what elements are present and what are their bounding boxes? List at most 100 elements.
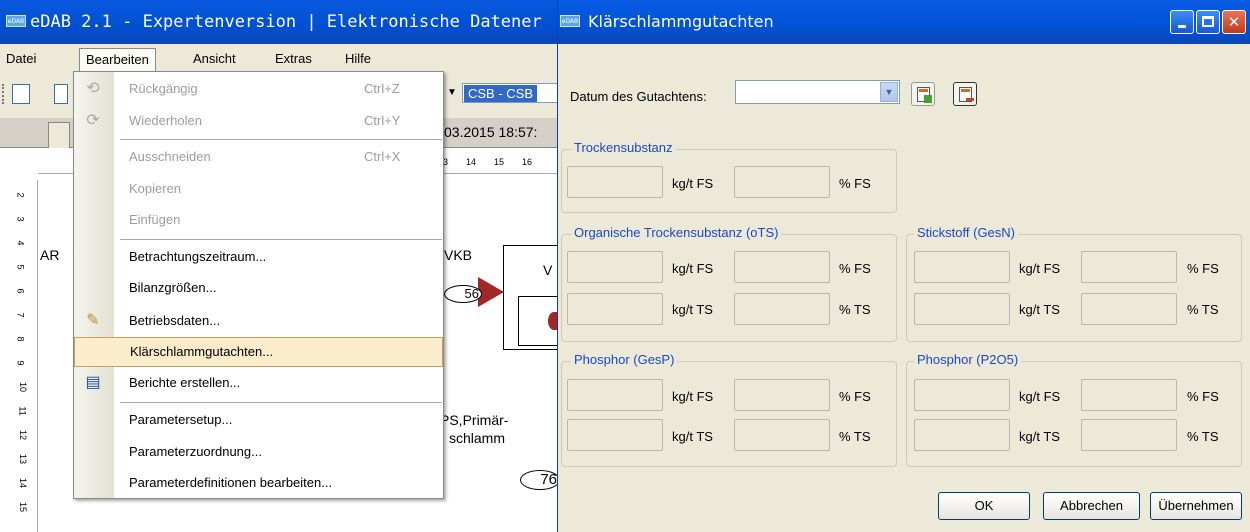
group-gesp <box>561 361 897 467</box>
close-button[interactable]: ✕ <box>1222 10 1246 34</box>
ruler-label: 8 <box>15 336 26 342</box>
diagram-label-ar: AR <box>40 247 60 263</box>
menu-item-parametersetup[interactable]: Parametersetup... <box>74 405 443 435</box>
group-title-gesn: Stickstoff (GesN) <box>914 225 1019 240</box>
ruler-label: 14 <box>466 157 477 167</box>
document-date: 03.2015 18:57: <box>444 124 538 140</box>
delete-report-button[interactable] <box>953 82 977 106</box>
p2o5-kgt-fs-input[interactable] <box>914 379 1010 411</box>
ots-percent-ts-input[interactable] <box>734 293 830 325</box>
chevron-down-icon[interactable]: ▼ <box>880 82 898 102</box>
date-label: Datum des Gutachtens: <box>570 89 707 104</box>
ts-percent-fs-input[interactable] <box>734 166 830 198</box>
gesn-kgt-fs-input[interactable] <box>914 251 1010 283</box>
unit-label: kg/t TS <box>672 429 713 444</box>
p2o5-percent-fs-input[interactable] <box>1081 379 1177 411</box>
plus-badge-icon <box>924 95 932 103</box>
menu-item-copy[interactable]: Kopieren <box>74 174 443 204</box>
diagram-label-ps-2: schlamm <box>449 430 506 446</box>
unit-label: % FS <box>839 261 871 276</box>
menu-item-label: Parameterdefinitionen bearbeiten... <box>129 475 333 490</box>
diagram-label-vkb: VKB <box>444 247 473 263</box>
ruler-label: 3 <box>15 216 26 222</box>
p2o5-kgt-ts-input[interactable] <box>914 419 1010 451</box>
diagram-value-oval[interactable]: 76 <box>520 470 560 490</box>
ruler-label: 14 <box>18 477 29 489</box>
menu-item-paste[interactable]: Einfügen <box>74 205 443 235</box>
menu-item-klaerschlammgutachten[interactable]: Klärschlammgutachten... <box>74 337 443 367</box>
main-window-title: eDAB 2.1 - Expertenversion | Elektronisc… <box>30 12 542 32</box>
menu-item-betriebsdaten[interactable]: ✎ Betriebsdaten... <box>74 306 443 336</box>
arrow-icon <box>478 277 504 307</box>
menu-extras[interactable]: Extras <box>275 51 312 66</box>
gesn-kgt-ts-input[interactable] <box>914 293 1010 325</box>
diagram-value-oval[interactable]: 56 <box>444 285 482 303</box>
group-p2o5 <box>906 361 1242 467</box>
menu-item-shortcut: Ctrl+Y <box>364 113 401 128</box>
menu-item-parameterdefinitionen[interactable]: Parameterdefinitionen bearbeiten... <box>74 468 443 498</box>
menu-separator <box>120 239 442 240</box>
diagram-label-ps-1: PS,Primär- <box>440 412 509 428</box>
redo-icon: ⟳ <box>86 112 100 129</box>
minimize-button[interactable] <box>1170 10 1194 34</box>
dialog-titlebar[interactable]: eDAB Klärschlammgutachten ✕ <box>558 0 1250 44</box>
cancel-button[interactable]: Abbrechen <box>1043 492 1140 520</box>
ok-button[interactable]: OK <box>938 492 1030 520</box>
parameter-combo-value: CSB - CSB <box>464 85 538 102</box>
unit-label: % FS <box>839 389 871 404</box>
ots-percent-fs-input[interactable] <box>734 251 830 283</box>
menu-bearbeiten[interactable]: Bearbeiten <box>79 48 156 73</box>
chevron-down-icon[interactable]: ▼ <box>443 83 461 103</box>
gesp-percent-ts-input[interactable] <box>734 419 830 451</box>
maximize-button[interactable] <box>1196 10 1220 34</box>
menu-item-label: Ausschneiden <box>129 149 211 164</box>
menu-item-label: Berichte erstellen... <box>129 375 241 390</box>
document-tab[interactable] <box>48 122 70 148</box>
apply-button[interactable]: Übernehmen <box>1150 492 1242 520</box>
menubar: Datei Bearbeiten Ansicht Extras Hilfe <box>0 48 560 73</box>
close-icon: ✕ <box>1227 13 1241 31</box>
gesp-kgt-ts-input[interactable] <box>567 419 663 451</box>
new-document-icon[interactable] <box>12 84 30 104</box>
ruler-label: 2 <box>15 192 26 198</box>
ruler-left: 2 3 4 5 6 7 8 9 10 11 12 13 14 15 <box>10 180 38 532</box>
menu-hilfe[interactable]: Hilfe <box>345 51 371 66</box>
p2o5-percent-ts-input[interactable] <box>1081 419 1177 451</box>
unit-label: kg/t TS <box>672 302 713 317</box>
menu-item-betrachtungszeitraum[interactable]: Betrachtungszeitraum... <box>74 242 443 272</box>
toolbar-grip[interactable] <box>2 84 5 104</box>
unit-label: kg/t FS <box>672 261 714 276</box>
menu-item-parameterzuordnung[interactable]: Parameterzuordnung... <box>74 437 443 467</box>
menu-item-label: Parametersetup... <box>129 412 233 427</box>
add-report-button[interactable] <box>911 82 935 106</box>
ots-kgt-ts-input[interactable] <box>567 293 663 325</box>
menu-item-label: Bilanzgrößen... <box>129 280 217 295</box>
dialog-title: Klärschlammgutachten <box>588 12 774 31</box>
menu-item-berichte[interactable]: ▤ Berichte erstellen... <box>74 368 443 398</box>
menu-item-cut[interactable]: Ausschneiden Ctrl+X <box>74 142 443 172</box>
ruler-label: 13 <box>18 453 29 465</box>
ts-kgt-fs-input[interactable] <box>567 166 663 198</box>
menu-item-bilanzgroessen[interactable]: Bilanzgrößen... <box>74 273 443 303</box>
parameter-combo[interactable]: CSB - CSB <box>462 83 560 103</box>
menu-item-label: Betriebsdaten... <box>129 313 221 328</box>
menu-separator <box>120 402 442 403</box>
menu-item-undo[interactable]: ⟲ Rückgängig Ctrl+Z <box>74 74 443 104</box>
menu-datei[interactable]: Datei <box>6 51 36 66</box>
gesp-percent-fs-input[interactable] <box>734 379 830 411</box>
open-icon[interactable] <box>54 84 68 104</box>
unit-label: % FS <box>839 176 871 191</box>
menu-ansicht[interactable]: Ansicht <box>193 51 236 66</box>
menu-item-redo[interactable]: ⟳ Wiederholen Ctrl+Y <box>74 106 443 136</box>
gesn-percent-ts-input[interactable] <box>1081 293 1177 325</box>
minus-badge-icon <box>966 98 974 101</box>
gesp-kgt-fs-input[interactable] <box>567 379 663 411</box>
ruler-label: 6 <box>15 288 26 294</box>
ots-kgt-fs-input[interactable] <box>567 251 663 283</box>
edit-menu-dropdown: ⟲ Rückgängig Ctrl+Z ⟳ Wiederholen Ctrl+Y… <box>73 71 444 499</box>
gesn-percent-fs-input[interactable] <box>1081 251 1177 283</box>
main-window-titlebar[interactable]: eDAB eDAB 2.1 - Expertenversion | Elektr… <box>0 0 560 44</box>
app-icon: eDAB <box>6 15 26 27</box>
date-combo[interactable]: ▼ <box>735 80 900 104</box>
ruler-label: 15 <box>494 157 505 167</box>
